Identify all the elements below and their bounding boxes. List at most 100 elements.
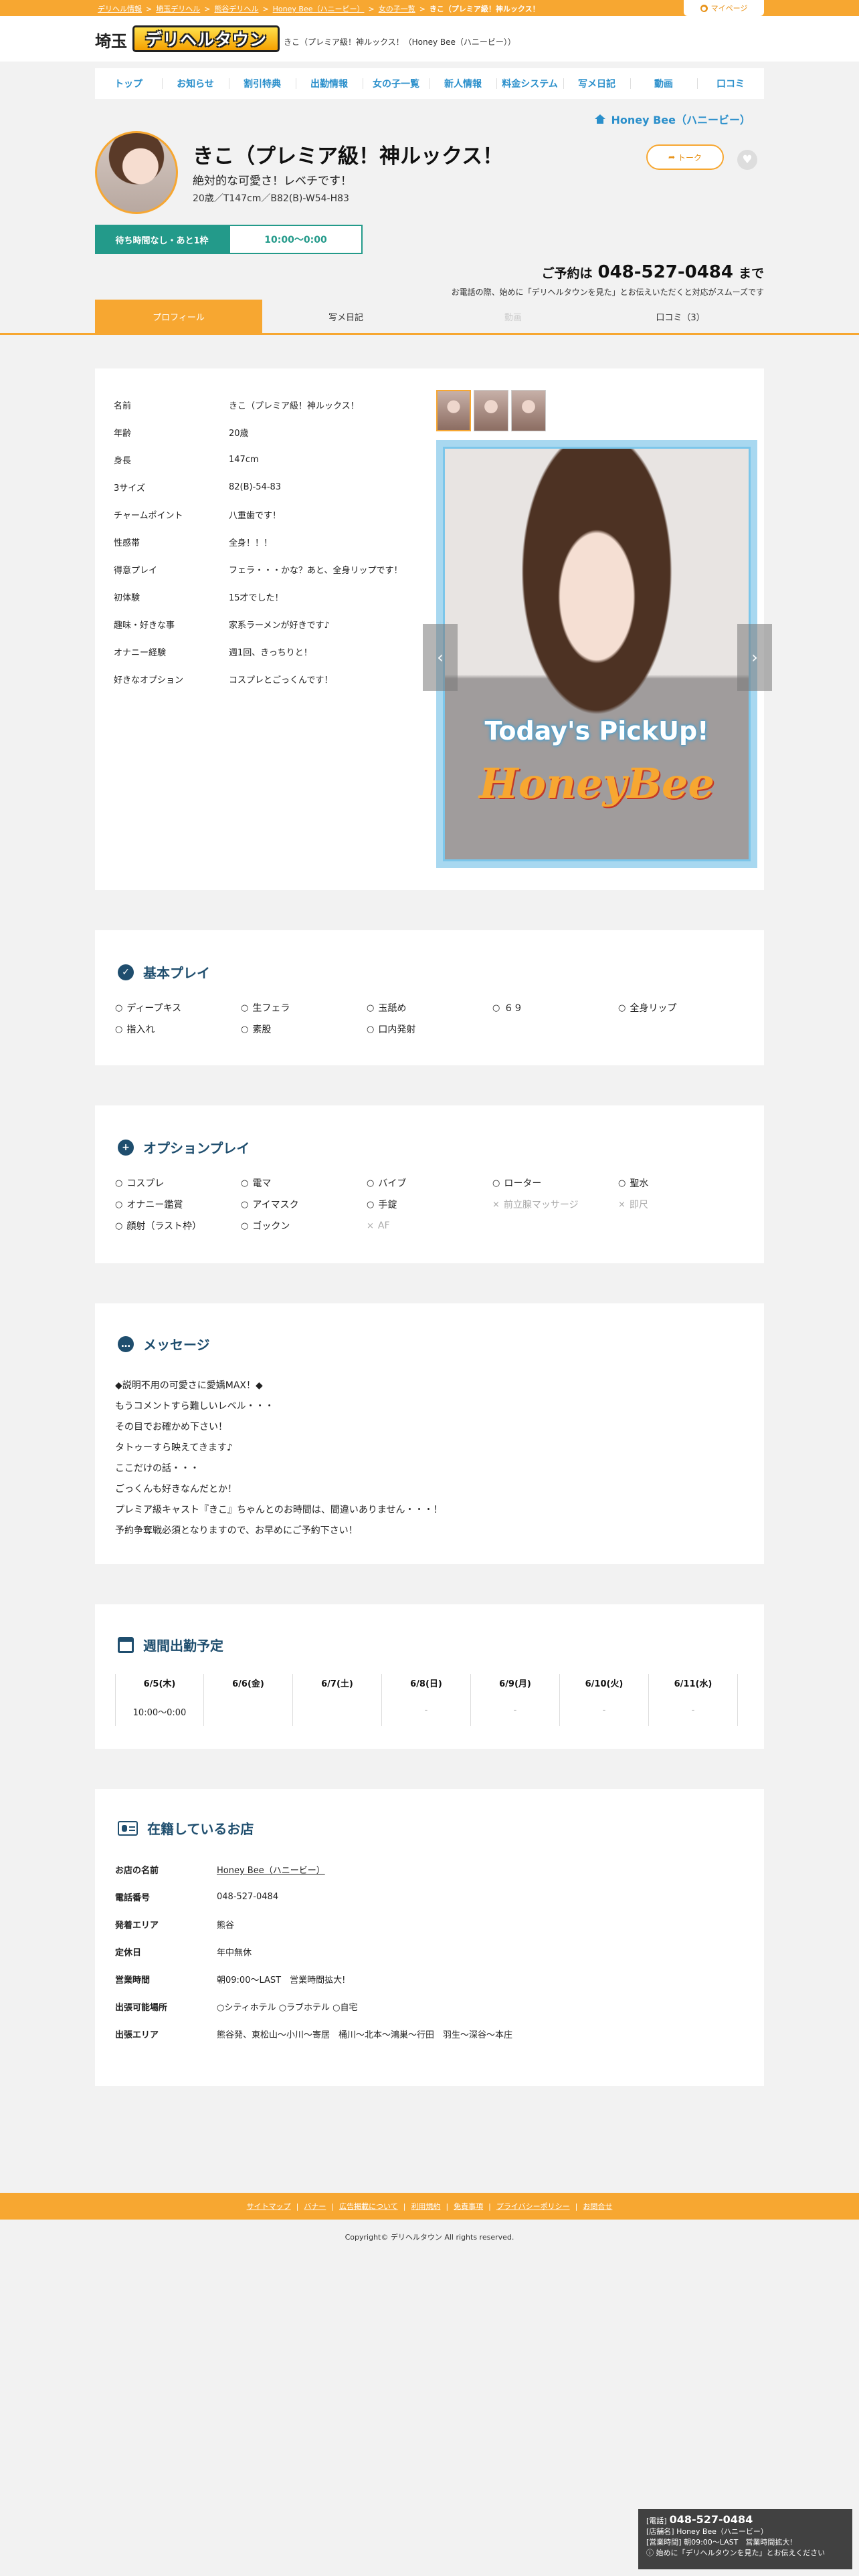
footer-link[interactable]: バナー: [304, 2201, 326, 2212]
schedule-time: 10:00〜0:00: [132, 1708, 187, 1718]
message-line: その目でお確かめ下さい！: [115, 1422, 227, 1432]
field-label: 営業時間: [115, 1975, 151, 1985]
play-list: ○ コスプレ ○ 電マ ○ バイブ ○ ローター ○ 聖水 ○ オナニー鑑賞 ○ アイマスク ○ 手錠 × 前立腺…: [115, 1176, 744, 1232]
favorite-button[interactable]: ♥: [737, 150, 757, 170]
play-label: ６９: [504, 1003, 523, 1014]
slider-next-button[interactable]: ›: [737, 624, 772, 691]
circle-icon: ○: [115, 1024, 123, 1035]
play-label: 手錠: [378, 1200, 397, 1210]
header-tagline: きこ（プレミア級！神ルックス！（Honey Bee（ハニービー））: [284, 37, 516, 47]
section-title-text: オプションプレイ: [143, 1140, 250, 1156]
message-line: ◆説明不用の可愛さに愛嬌MAX！◆: [115, 1380, 263, 1391]
breadcrumb-separator: >: [204, 5, 211, 13]
field-label: 得意プレイ: [114, 566, 158, 576]
footer-link[interactable]: 利用規約: [411, 2201, 440, 2212]
photo-thumbnail[interactable]: [474, 390, 508, 431]
float-note-text: 始めに「デリヘルタウンを見た」とお伝えください: [656, 2549, 826, 2557]
field-label: 好きなオプション: [114, 675, 184, 685]
play-item: ○ 玉舐め: [367, 1001, 492, 1014]
play-label: 顔射（ラスト枠）: [126, 1221, 202, 1232]
tab-profile[interactable]: プロフィール: [95, 300, 262, 333]
reservation-line: ご予約は 048-527-0484 まで: [541, 262, 764, 282]
schedule-time: -: [513, 1705, 517, 1715]
nav-item-girls[interactable]: 女の子一覧: [363, 68, 430, 99]
footer-link[interactable]: 免責事項: [454, 2201, 483, 2212]
nav-item-schedule[interactable]: 出勤情報: [296, 68, 363, 99]
breadcrumb-link[interactable]: 埼玉デリヘル: [156, 5, 200, 13]
mypage-button[interactable]: ● マイページ: [684, 0, 764, 16]
nav-item-video[interactable]: 動画: [630, 68, 697, 99]
footer-link[interactable]: サイトマップ: [247, 2201, 291, 2212]
breadcrumb-link[interactable]: Honey Bee（ハニービー）: [273, 5, 365, 13]
field-value: 熊谷発、東松山〜小川〜寄居 桶川〜北本〜鴻巣〜行田 羽生〜深谷〜本庄: [217, 2030, 513, 2040]
floating-contact: [電話] 048-527-0484 [店舗名] Honey Bee（ハニービー） …: [638, 2509, 852, 2569]
play-label: 聖水: [630, 1178, 649, 1189]
schedule-date: 6/10(火): [585, 1679, 624, 1689]
play-label: オナニー鑑賞: [126, 1200, 183, 1210]
tab-photo-diary[interactable]: 写メ日記: [262, 300, 430, 333]
message-line: ここだけの話・・・: [115, 1463, 199, 1474]
footer-link[interactable]: お問合せ: [583, 2201, 612, 2212]
photo-thumbnail[interactable]: [511, 390, 546, 431]
footer-separator: |: [331, 2202, 335, 2211]
play-label: AF: [377, 1220, 390, 1231]
field-value: 20歳: [229, 429, 249, 439]
play-item: ○ オナニー鑑賞: [115, 1198, 241, 1211]
play-label: 玉舐め: [378, 1003, 407, 1014]
float-tel-line: [電話] 048-527-0484: [646, 2514, 844, 2527]
nav-item-top[interactable]: トップ: [95, 68, 162, 99]
chevron-left-icon: ‹: [437, 648, 444, 667]
avatar: [95, 131, 178, 214]
talk-label: トーク: [678, 152, 702, 163]
shop-name-link[interactable]: Honey Bee（ハニービー）: [217, 1866, 325, 1876]
nav-item-price[interactable]: 料金システム: [496, 68, 563, 99]
photo-thumbnail[interactable]: [436, 390, 471, 431]
check-circle-icon: ✓: [118, 964, 134, 980]
tab-video: 動画: [504, 312, 522, 323]
breadcrumb-link[interactable]: 女の子一覧: [379, 5, 415, 13]
profile-table: 名前 きこ（プレミア級！神ルックス！ 年齢 20歳 身長 147cm 3サイズ 82(B…: [114, 391, 428, 693]
top-strip: デリヘル情報 > 埼玉デリヘル > 熊谷デリヘル > Honey Bee（ハニービー） > 女の…: [0, 0, 859, 16]
breadcrumb-link[interactable]: 熊谷デリヘル: [214, 5, 258, 13]
nav-item-newcomers[interactable]: 新人情報: [430, 68, 496, 99]
footer-link[interactable]: プライバシーポリシー: [496, 2201, 570, 2212]
nav-item-reviews[interactable]: 口コミ: [697, 68, 764, 99]
field-label: 電話番号: [115, 1893, 151, 1903]
site-logo[interactable]: デリヘルタウン: [132, 25, 280, 52]
tab-reviews[interactable]: 口コミ（3）: [597, 300, 764, 333]
circle-icon: ○: [241, 1024, 249, 1035]
tabs-bar: プロフィール 写メ日記 動画 口コミ（3）: [0, 300, 859, 335]
field-value: 熊谷: [217, 1921, 235, 1931]
table-row: 名前 きこ（プレミア級！神ルックス！: [114, 391, 428, 419]
play-item: ○ 全身リップ: [618, 1001, 744, 1014]
nav-item-news[interactable]: お知らせ: [162, 68, 229, 99]
circle-icon: ○: [241, 1178, 249, 1188]
nav-item-discount[interactable]: 割引特典: [229, 68, 296, 99]
play-label: 生フェラ: [252, 1003, 290, 1014]
section-title: ✓ 基本プレイ: [118, 962, 210, 982]
schedule-card: 週間出勤予定 6/5(木) 10:00〜0:00 6/6(金) 6/7(土) 6/…: [95, 1604, 764, 1749]
shop-link[interactable]: Honey Bee（ハニービー）: [595, 111, 751, 127]
field-value: 年中無休: [217, 1948, 252, 1958]
float-phone-link[interactable]: 048-527-0484: [670, 2513, 753, 2526]
slider-prev-button[interactable]: ‹: [423, 624, 458, 691]
breadcrumb-link[interactable]: デリヘル情報: [98, 5, 142, 13]
talk-button[interactable]: ➦ トーク: [646, 144, 724, 170]
chevron-right-icon: ›: [751, 648, 758, 667]
circle-icon: ○: [618, 1002, 626, 1013]
message-line: ごっくんも好きなんだとか！: [115, 1484, 237, 1495]
field-label: 趣味・好きな事: [114, 621, 175, 631]
profile-header: Honey Bee（ハニービー） きこ（プレミア級！神ルックス！ 絶対的な可愛さ…: [95, 99, 764, 300]
heart-icon: ♥: [742, 153, 753, 167]
field-label: 性感帯: [114, 538, 140, 548]
play-label: 電マ: [252, 1178, 272, 1189]
circle-icon: ○: [618, 1178, 626, 1188]
reserve-note: お電話の際、始めに「デリヘルタウンを見た」とお伝えいただくと対応がスムーズです: [451, 288, 764, 297]
play-item: ○ コスプレ: [115, 1176, 241, 1190]
field-value: 全身！！！: [229, 538, 273, 548]
photo-frame: Today's PickUp! HoneyBee: [443, 447, 751, 861]
field-label: 身長: [114, 456, 132, 466]
reserve-phone-link[interactable]: 048-527-0484: [597, 262, 733, 282]
nav-item-photo-diary[interactable]: 写メ日記: [563, 68, 630, 99]
footer-link[interactable]: 広告掲載について: [339, 2201, 398, 2212]
